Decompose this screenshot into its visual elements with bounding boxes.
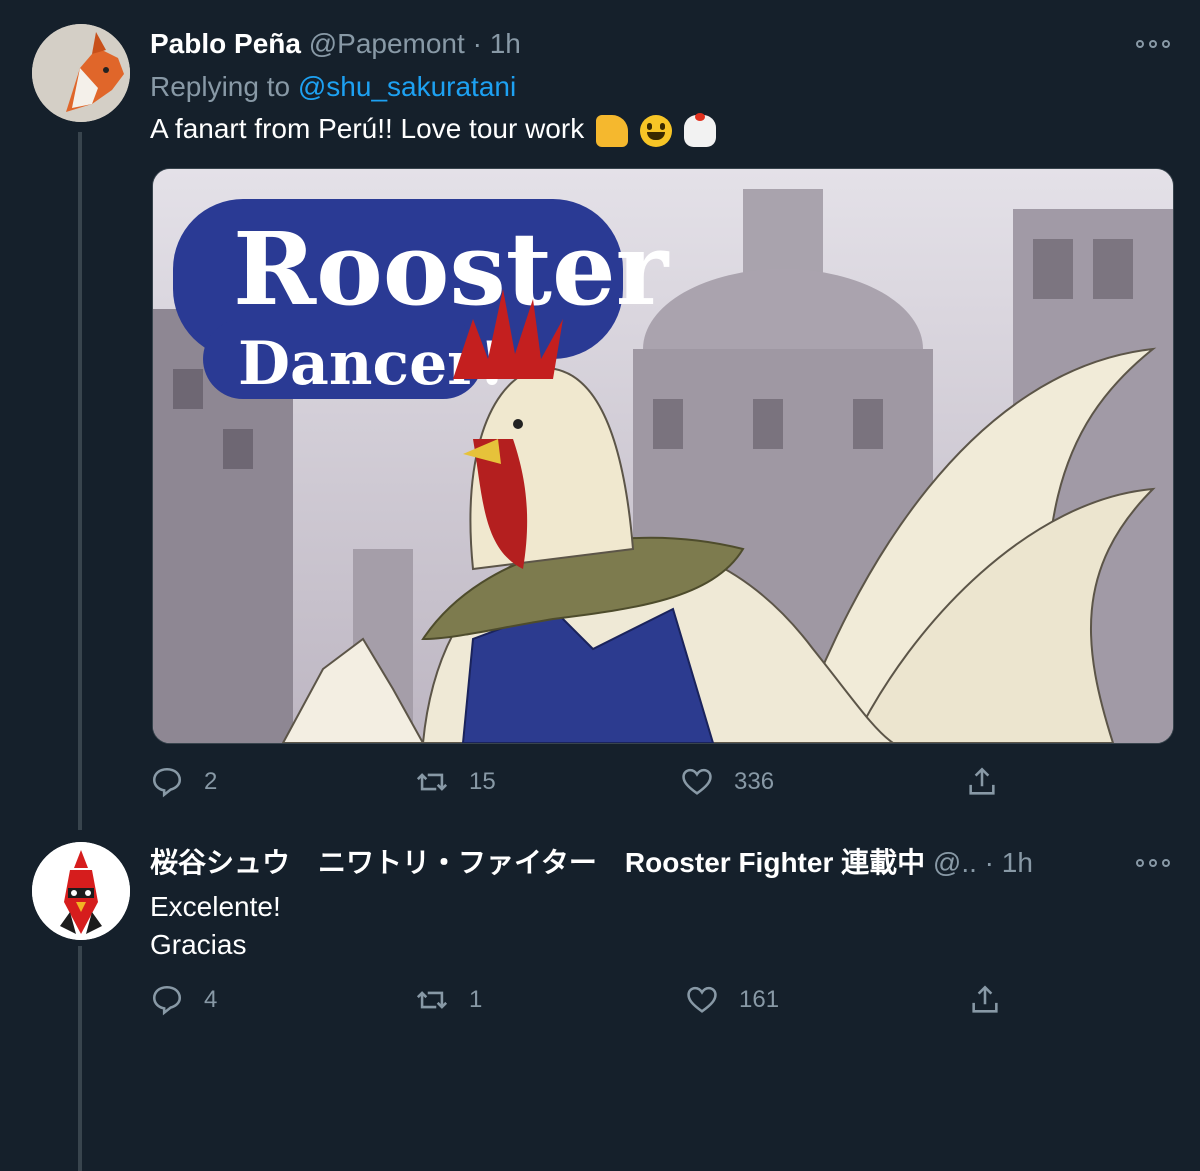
retweet-button[interactable]: 15 — [415, 762, 496, 802]
separator-dot: · — [472, 28, 482, 59]
share-icon — [972, 985, 998, 1013]
thread-line — [78, 946, 82, 1171]
tweet-actions: 4 1 161 — [150, 980, 1150, 1020]
author-name[interactable]: 桜谷シュウ ニワトリ・ファイター Rooster Fighter 連載中 — [150, 847, 925, 878]
reply-icon — [152, 985, 182, 1016]
like-button[interactable]: 161 — [685, 980, 779, 1020]
heart-icon — [687, 986, 717, 1013]
reply-button[interactable]: 2 — [150, 762, 217, 802]
more-options-icon[interactable] — [1136, 857, 1170, 869]
smile-icon — [639, 114, 672, 147]
author-handle[interactable]: @Papemont — [309, 28, 465, 59]
artwork-title: Rooster — [233, 210, 670, 328]
like-button[interactable]: 336 — [680, 762, 774, 802]
retweet-icon — [416, 773, 448, 791]
tweet-text: A fanart from Perú!! Love tour work — [150, 110, 716, 148]
rooster-dancer-artwork: Rooster Dancer! — [153, 169, 1173, 743]
tweet-pablo[interactable]: Pablo Peña @Papemont · 1h Replying to @s… — [0, 0, 1200, 830]
mention-link[interactable]: @shu_sakuratani — [298, 71, 516, 102]
reply-count: 4 — [204, 986, 218, 1013]
more-options-icon[interactable] — [1136, 38, 1170, 50]
retweet-button[interactable]: 1 — [415, 980, 482, 1020]
separator-dot: · — [984, 847, 994, 878]
tweet-text-line: Excelente! — [150, 891, 281, 922]
rooster-logo-icon — [32, 842, 130, 940]
tweet-sakuratani[interactable]: 桜谷シュウ ニワトリ・ファイター Rooster Fighter 連載中 @..… — [0, 830, 1200, 1171]
tweet-image[interactable]: Rooster Dancer! — [152, 168, 1174, 744]
avatar-fox[interactable] — [32, 24, 130, 122]
tweet-header: 桜谷シュウ ニワトリ・ファイター Rooster Fighter 連載中 @..… — [150, 843, 1033, 883]
like-count: 161 — [739, 986, 780, 1013]
tweet-text: Excelente! Gracias — [150, 888, 281, 964]
reply-button[interactable]: 4 — [150, 980, 217, 1020]
tweet-header: Pablo Peña @Papemont · 1h — [150, 24, 521, 64]
thumbs-up-icon — [595, 114, 628, 147]
author-handle[interactable]: @.. — [933, 847, 977, 878]
replying-to: Replying to @shu_sakuratani — [150, 68, 516, 106]
thread-line — [78, 132, 82, 830]
retweet-icon — [416, 991, 448, 1009]
reply-icon — [152, 767, 182, 798]
reply-count: 2 — [204, 768, 218, 795]
tweet-actions: 2 15 336 — [150, 762, 1150, 802]
timestamp[interactable]: 1h — [490, 28, 521, 59]
tweet-text-content: A fanart from Perú!! Love tour work — [150, 113, 585, 144]
share-button[interactable] — [968, 980, 1022, 1020]
rooster-icon — [683, 112, 716, 147]
retweet-count: 15 — [469, 768, 496, 795]
replying-label: Replying to — [150, 71, 291, 102]
share-icon — [969, 767, 995, 795]
fox-mask-icon — [32, 24, 130, 122]
share-button[interactable] — [965, 762, 1019, 802]
tweet-text-line: Gracias — [150, 929, 247, 960]
timestamp[interactable]: 1h — [1002, 847, 1033, 878]
like-count: 336 — [734, 768, 775, 795]
author-name[interactable]: Pablo Peña — [150, 28, 301, 59]
heart-icon — [682, 768, 712, 795]
avatar-rooster[interactable] — [32, 842, 130, 940]
retweet-count: 1 — [469, 986, 483, 1013]
